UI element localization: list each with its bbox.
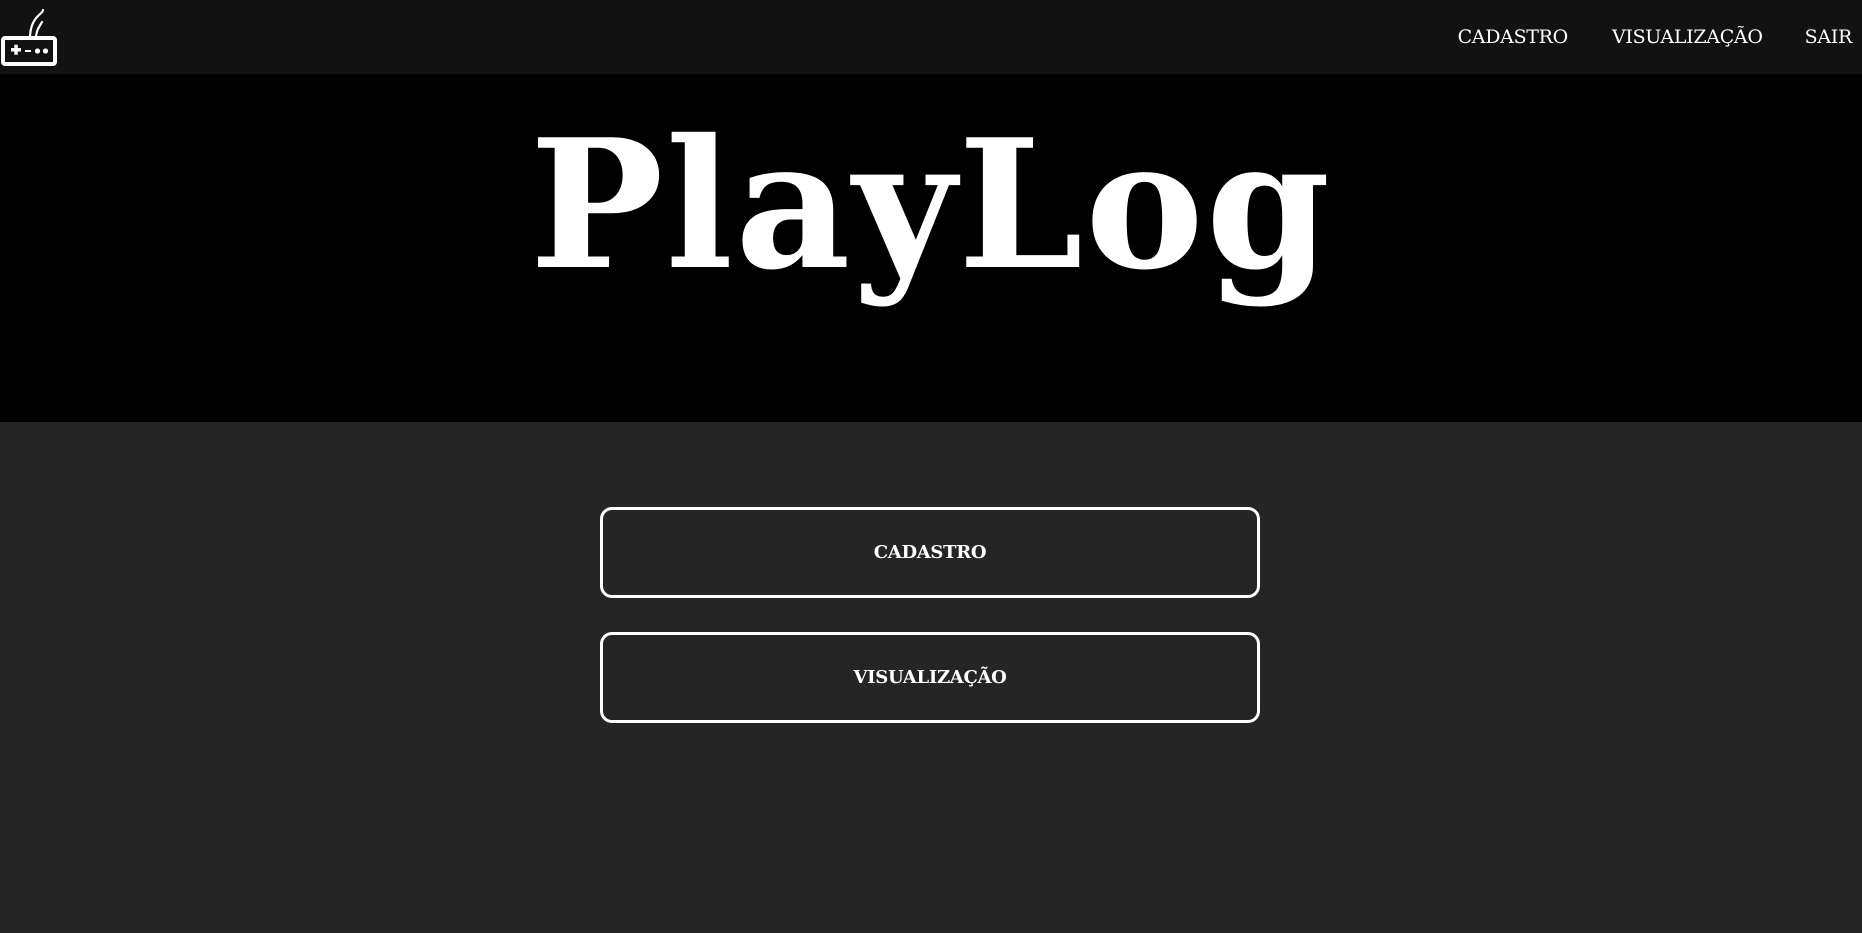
visualizacao-button[interactable]: VISUALIZAÇÃO	[600, 632, 1260, 723]
home-logo-link[interactable]	[0, 8, 60, 66]
nav-link-cadastro[interactable]: CADASTRO	[1458, 26, 1569, 48]
top-navbar: CADASTRO VISUALIZAÇÃO SAIR	[0, 0, 1862, 74]
nav-link-visualizacao[interactable]: VISUALIZAÇÃO	[1612, 26, 1763, 48]
nav-link-sair[interactable]: SAIR	[1805, 26, 1853, 48]
cadastro-button[interactable]: CADASTRO	[600, 507, 1260, 598]
main-nav: CADASTRO VISUALIZAÇÃO SAIR	[1458, 0, 1862, 74]
gamepad-icon	[1, 8, 57, 66]
main-content: CADASTRO VISUALIZAÇÃO	[0, 422, 1862, 933]
page-title: PlayLog	[529, 100, 1333, 309]
hero-banner: PlayLog	[0, 74, 1862, 422]
